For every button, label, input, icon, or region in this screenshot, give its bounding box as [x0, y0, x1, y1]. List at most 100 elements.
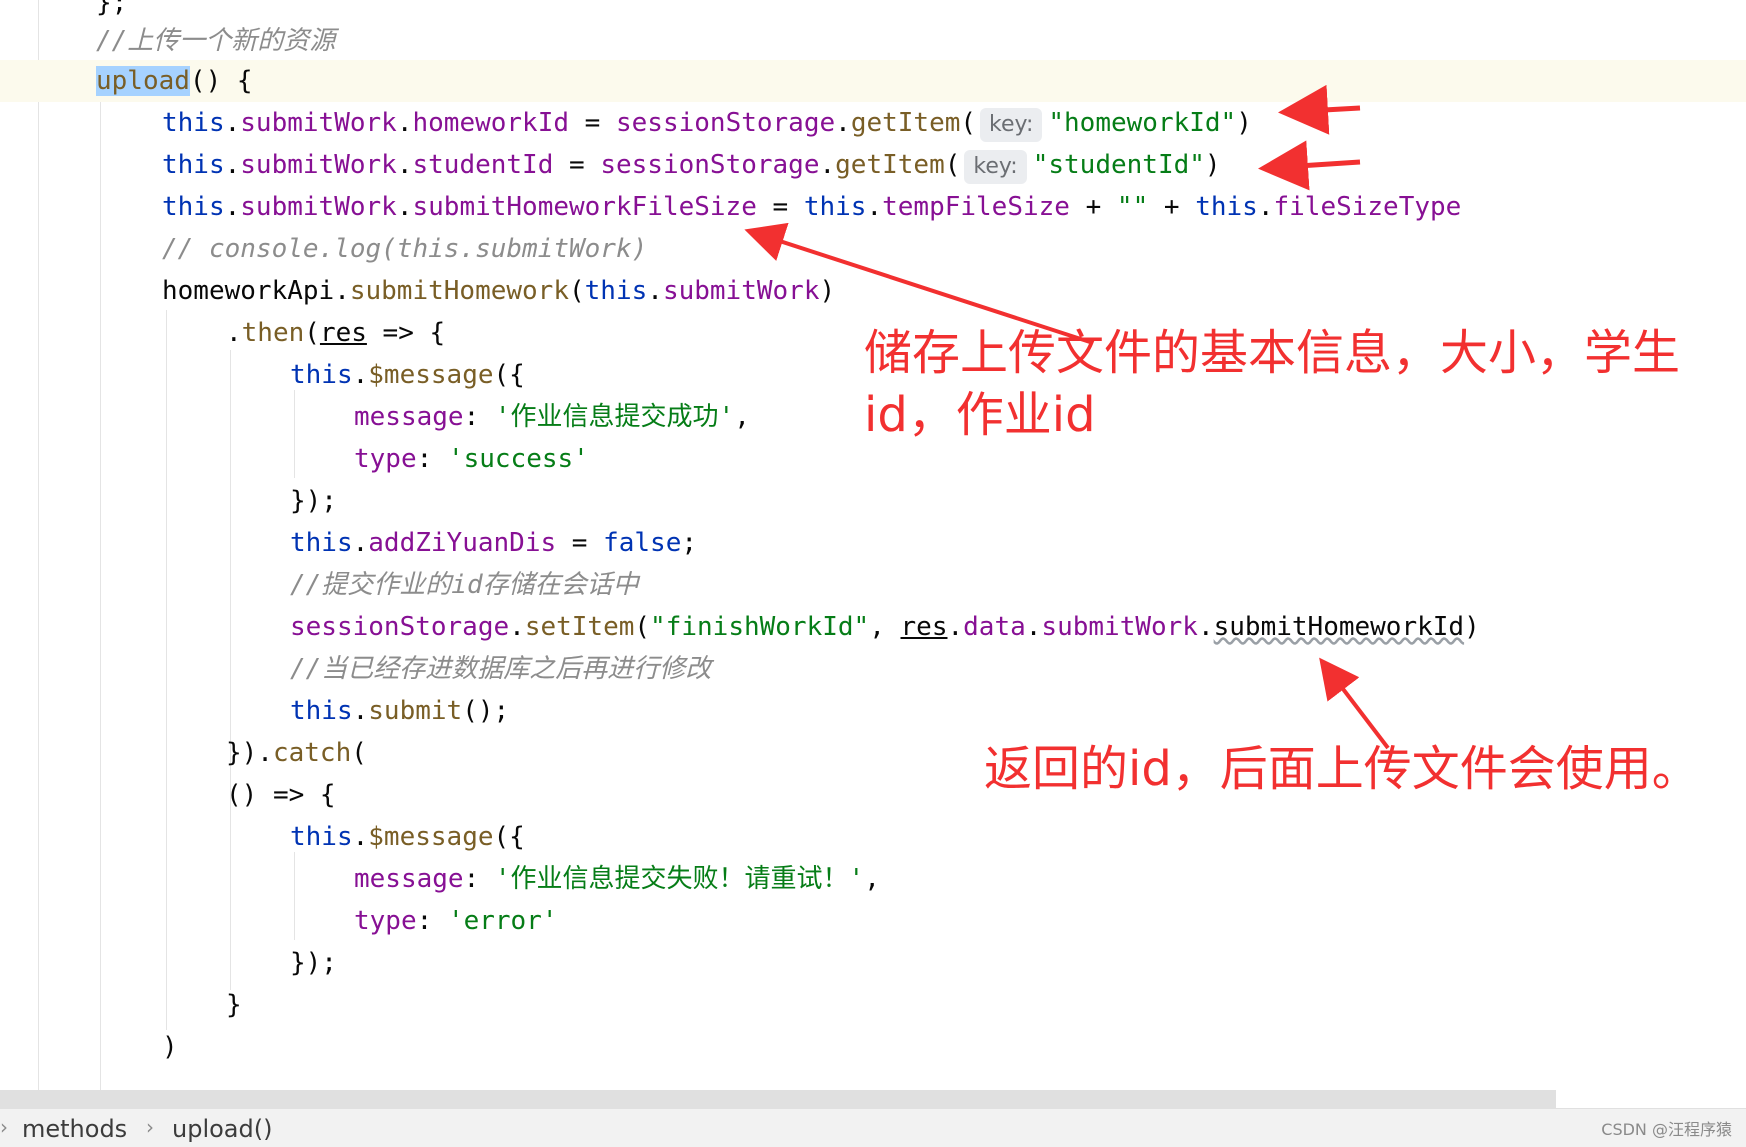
code-token: this: [162, 192, 225, 222]
code-line[interactable]: });: [290, 942, 337, 984]
code-line[interactable]: this.submitWork.studentId = sessionStora…: [162, 144, 1221, 186]
code-token: false: [603, 528, 682, 558]
code-token: };: [96, 0, 128, 18]
code-token: .: [647, 276, 663, 306]
code-line[interactable]: //上传一个新的资源: [96, 20, 335, 62]
code-token: (: [569, 276, 585, 306]
code-line[interactable]: //提交作业的id存储在会话中: [290, 564, 639, 606]
code-line[interactable]: this.$message({: [290, 354, 525, 396]
code-token: ): [162, 1032, 178, 1062]
watermark: CSDN @汪程序猿: [1601, 1120, 1732, 1139]
code-token: .: [352, 528, 369, 558]
code-token: }).: [226, 738, 273, 768]
code-token: .: [509, 612, 525, 642]
code-comment: //当已经存进数据库之后再进行修改: [290, 654, 712, 684]
code-token: this: [803, 192, 867, 222]
code-token: homeworkApi: [162, 276, 335, 306]
code-token: (: [351, 738, 367, 768]
code-token: .: [224, 108, 241, 138]
code-token: this: [1195, 192, 1258, 222]
code-line[interactable]: message: '作业信息提交成功',: [354, 396, 750, 438]
code-token: getItem: [850, 108, 961, 138]
code-token: =: [756, 192, 804, 222]
parameter-hint: key:: [964, 150, 1027, 184]
code-line[interactable]: this.submit();: [290, 690, 509, 732]
code-token: catch: [272, 738, 352, 768]
code-comment: //提交作业的id存储在会话中: [290, 570, 639, 600]
code-line[interactable]: sessionStorage.setItem("finishWorkId", r…: [290, 606, 1480, 648]
code-token: .: [819, 150, 836, 180]
code-token: 'error': [447, 906, 558, 936]
code-token: addZiYuanDis: [368, 528, 557, 558]
code-token: setItem: [524, 612, 635, 642]
code-line[interactable]: this.submitWork.submitHomeworkFileSize =…: [162, 186, 1461, 228]
code-token: ): [1464, 612, 1480, 642]
breadcrumb-item-upload[interactable]: upload(): [172, 1115, 272, 1143]
horizontal-scrollbar[interactable]: [0, 1090, 1556, 1108]
code-token: this: [290, 822, 353, 852]
code-token: }: [226, 990, 242, 1020]
code-token: "homeworkId": [1048, 108, 1237, 138]
code-token: () => {: [226, 780, 336, 810]
code-token: message: [354, 864, 464, 894]
code-token: ,: [734, 402, 750, 432]
code-token: (: [634, 612, 651, 642]
code-token: });: [290, 486, 337, 516]
code-token: '作业信息提交成功': [494, 402, 735, 432]
code-line[interactable]: () => {: [226, 774, 336, 816]
code-comment: //上传一个新的资源: [96, 26, 336, 56]
code-token: .: [947, 612, 964, 642]
indent-guide: [230, 350, 231, 990]
code-token: .: [334, 276, 350, 306]
parameter-hint: key:: [980, 108, 1043, 142]
code-token: submitWork: [662, 276, 820, 306]
code-token: ({: [493, 822, 525, 852]
code-token: submitHomeworkFileSize: [412, 192, 757, 222]
code-token: ): [1236, 108, 1252, 138]
code-line[interactable]: type: 'success': [354, 438, 589, 480]
code-token: (: [944, 150, 961, 180]
code-line[interactable]: ): [162, 1026, 178, 1068]
code-line[interactable]: upload() {: [0, 60, 1746, 102]
code-token: :: [416, 444, 448, 474]
code-token: =: [569, 108, 616, 138]
code-token: 'success': [447, 444, 589, 474]
code-token: .: [352, 822, 369, 852]
code-token: .: [352, 360, 369, 390]
breadcrumb-item-methods[interactable]: methods: [22, 1115, 127, 1143]
code-token: studentId: [412, 150, 554, 180]
code-token: submitWork: [240, 108, 397, 138]
code-token: "studentId": [1032, 150, 1205, 180]
code-line[interactable]: });: [290, 480, 337, 522]
code-line[interactable]: this.$message({: [290, 816, 525, 858]
code-line[interactable]: //当已经存进数据库之后再进行修改: [290, 648, 711, 690]
code-token: submitWork: [1041, 612, 1198, 642]
code-editor[interactable]: };//上传一个新的资源 upload() {this.submitWork.ho…: [0, 0, 1746, 1090]
code-token: fileSizeType: [1273, 192, 1462, 222]
code-line[interactable]: }).catch(: [226, 732, 367, 774]
code-token: .: [1257, 192, 1274, 222]
code-token: submitHomeworkId: [1213, 612, 1465, 642]
file-info-annotation: 储存上传文件的基本信息，大小，学生id，作业id: [864, 325, 1681, 443]
code-token: (: [304, 318, 320, 348]
code-line[interactable]: // console.log(this.submitWork): [162, 228, 647, 270]
code-token: tempFileSize: [882, 192, 1070, 222]
code-token: .: [396, 150, 413, 180]
code-line[interactable]: homeworkApi.submitHomework(this.submitWo…: [162, 270, 835, 312]
breadcrumb: › methods › upload(): [0, 1108, 1746, 1147]
code-token: homeworkId: [412, 108, 570, 138]
code-line[interactable]: this.submitWork.homeworkId = sessionStor…: [162, 102, 1252, 144]
code-token: =: [553, 150, 601, 180]
indent-guide: [294, 852, 295, 940]
code-token: =: [556, 528, 604, 558]
code-token: .: [866, 192, 883, 222]
code-line[interactable]: this.addZiYuanDis = false;: [290, 522, 697, 564]
code-line[interactable]: }: [226, 984, 242, 1026]
code-token: $message: [368, 360, 494, 390]
code-line[interactable]: message: '作业信息提交失败！请重试！',: [354, 858, 880, 900]
code-token: .: [226, 318, 242, 348]
code-line[interactable]: type: 'error': [354, 900, 558, 942]
code-token: this: [290, 528, 353, 558]
code-line[interactable]: .then(res => {: [226, 312, 445, 354]
code-token: this: [162, 108, 225, 138]
